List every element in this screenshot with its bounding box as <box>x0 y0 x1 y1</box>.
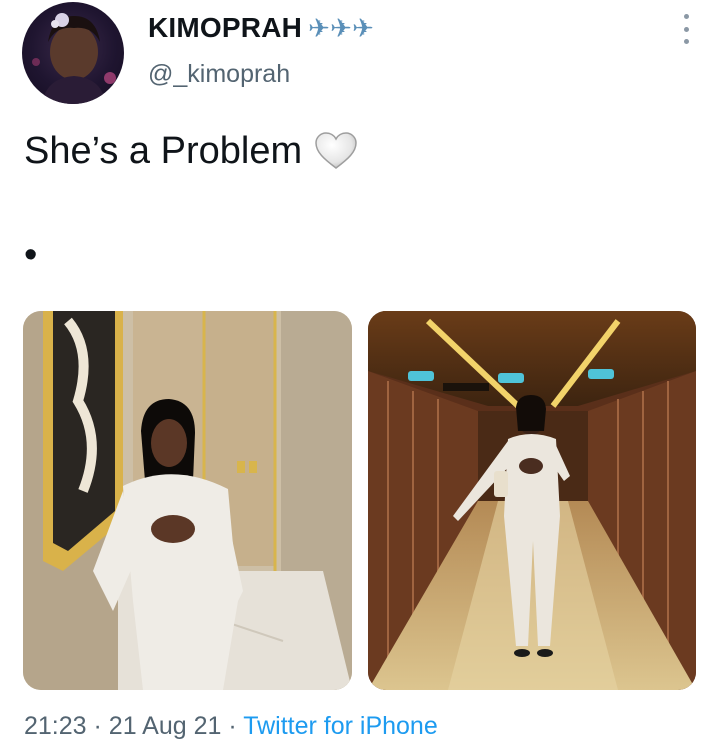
badges: ✈ ✈ ✈ <box>308 15 374 41</box>
tweet-bullet: • <box>24 234 38 276</box>
tweet-text: She’s a Problem <box>24 128 358 174</box>
airplane-icon: ✈ <box>330 13 353 43</box>
user-handle[interactable]: @_kimoprah <box>148 60 290 89</box>
display-name-text: KIMOPRAH <box>148 12 303 43</box>
tweet-date[interactable]: 21 Aug 21 <box>109 712 222 740</box>
photo-right[interactable] <box>368 311 696 690</box>
meta-separator: · <box>93 712 102 740</box>
tweet-time[interactable]: 21:23 <box>24 712 87 740</box>
airplane-icon: ✈ <box>308 13 331 43</box>
tweet-text-content: She’s a Problem <box>24 130 303 172</box>
photo-left[interactable] <box>23 311 352 690</box>
avatar[interactable] <box>22 2 124 104</box>
tweet-meta: 21:23 · 21 Aug 21 · Twitter for iPhone <box>24 712 438 741</box>
display-name[interactable]: KIMOPRAH ✈ ✈ ✈ <box>148 12 374 44</box>
airplane-icon: ✈ <box>352 13 375 43</box>
white-heart-icon <box>315 132 357 169</box>
more-options-icon[interactable] <box>679 14 693 44</box>
tweet-source-link[interactable]: Twitter for iPhone <box>243 712 438 740</box>
meta-separator: · <box>228 712 237 740</box>
